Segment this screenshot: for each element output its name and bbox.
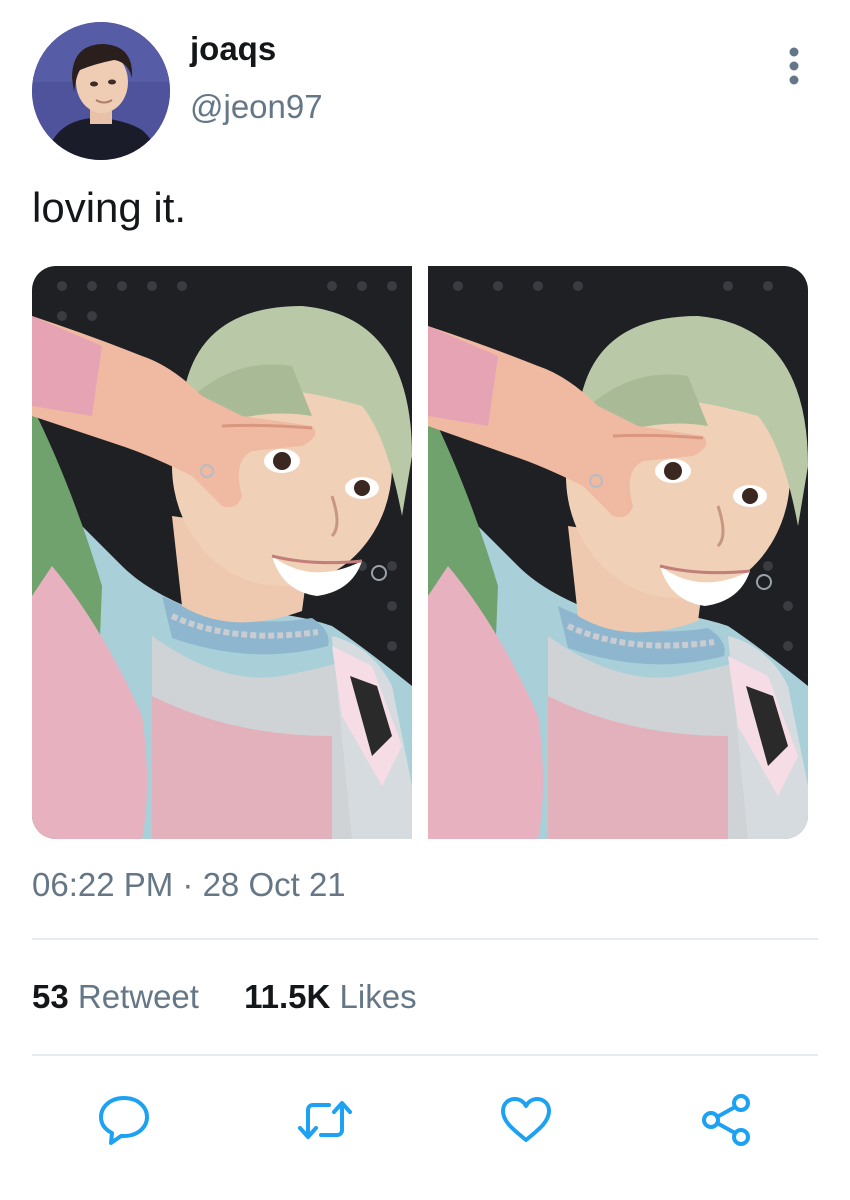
more-vertical-icon <box>789 47 799 85</box>
tweet-stats: 53 Retweet 11.5K Likes <box>32 978 453 1016</box>
likes-count: 11.5K <box>244 978 331 1015</box>
like-button[interactable] <box>496 1090 556 1150</box>
divider <box>32 1054 818 1056</box>
retweets-label: Retweet <box>77 978 199 1015</box>
retweet-icon <box>298 1101 352 1139</box>
media-photo-1[interactable] <box>32 266 412 839</box>
more-options-button[interactable] <box>775 44 813 90</box>
reply-icon <box>99 1096 149 1145</box>
retweet-button[interactable] <box>295 1090 355 1150</box>
reply-button[interactable] <box>94 1090 154 1150</box>
avatar[interactable] <box>32 22 170 160</box>
retweets-stat[interactable]: 53 Retweet <box>32 978 199 1016</box>
share-button[interactable] <box>697 1090 757 1150</box>
tweet-timestamp[interactable]: 06:22 PM · 28 Oct 21 <box>32 866 346 904</box>
display-name[interactable]: joaqs <box>190 30 276 68</box>
divider <box>32 938 818 940</box>
retweets-count: 53 <box>32 978 69 1015</box>
likes-label: Likes <box>339 978 417 1015</box>
heart-icon <box>501 1097 551 1142</box>
likes-stat[interactable]: 11.5K Likes <box>244 978 416 1016</box>
tweet-text: loving it. <box>32 184 187 231</box>
share-icon <box>702 1094 750 1146</box>
media-photo-2[interactable] <box>428 266 808 839</box>
user-handle[interactable]: @jeon97 <box>190 88 323 126</box>
tweet-detail: joaqs @jeon97 loving it. 06:22 PM · 28 O… <box>0 0 850 1200</box>
